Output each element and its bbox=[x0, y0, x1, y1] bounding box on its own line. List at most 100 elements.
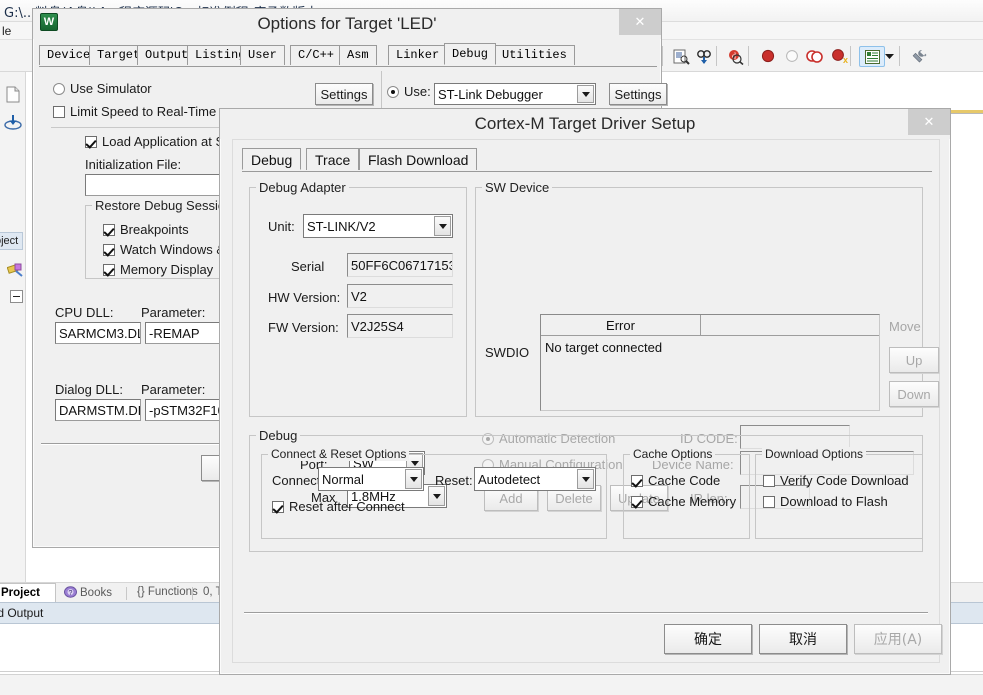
reset-select-value: Autodetect bbox=[478, 471, 541, 487]
column-header-blank bbox=[701, 315, 879, 335]
disable-all-breakpoints-icon[interactable] bbox=[804, 46, 826, 67]
build-target-icon[interactable] bbox=[3, 112, 23, 132]
cpu-parameter-label: Parameter: bbox=[141, 305, 206, 320]
debug-adapter-group-label: Debug Adapter bbox=[256, 180, 349, 195]
toolbar-separator bbox=[850, 46, 851, 66]
restore-memory-display-label: Memory Display bbox=[120, 262, 214, 277]
radio-mark bbox=[53, 82, 65, 95]
tab-user[interactable]: User bbox=[240, 45, 285, 65]
reset-after-connect-checkbox[interactable]: Reset after Connect bbox=[272, 499, 405, 514]
driver-dialog-title: Cortex-M Target Driver Setup bbox=[474, 114, 696, 133]
unit-select[interactable]: ST-LINK/V2 bbox=[303, 214, 453, 238]
download-to-flash-label: Download to Flash bbox=[780, 494, 888, 509]
document-search-icon[interactable] bbox=[670, 46, 692, 67]
tab-cpp[interactable]: C/C++ bbox=[290, 45, 343, 65]
move-up-button[interactable]: Up bbox=[889, 347, 939, 373]
debugger-select[interactable]: ST-Link Debugger bbox=[434, 83, 596, 105]
fw-version-value: V2J25S4 bbox=[347, 314, 453, 338]
insert-breakpoint-icon[interactable] bbox=[757, 46, 779, 67]
download-to-flash-checkbox[interactable]: Download to Flash bbox=[763, 494, 888, 509]
verify-code-download-label: Verify Code Download bbox=[780, 473, 909, 488]
tab-books-label: Books bbox=[80, 587, 112, 599]
tree-collapse-icon[interactable] bbox=[6, 286, 26, 306]
tab-debug[interactable]: Debug bbox=[444, 43, 497, 65]
driver-dialog-title-bar: Cortex-M Target Driver Setup ✕ bbox=[220, 109, 950, 139]
tab-project[interactable]: Project bbox=[0, 583, 56, 603]
sw-device-group-label: SW Device bbox=[482, 180, 553, 195]
restore-memory-display-checkbox[interactable]: Memory Display bbox=[103, 262, 213, 277]
move-down-button[interactable]: Down bbox=[889, 381, 939, 407]
options-footer-divider bbox=[41, 443, 241, 445]
debug-group-label: Debug bbox=[256, 428, 301, 443]
tab-flash-download[interactable]: Flash Download bbox=[359, 148, 478, 170]
initialization-file-label: Initialization File: bbox=[85, 157, 182, 172]
configure-icon[interactable] bbox=[908, 46, 930, 67]
connect-select[interactable]: Normal bbox=[318, 467, 424, 491]
chevron-down-icon[interactable] bbox=[882, 46, 896, 67]
ok-button[interactable]: 确定 bbox=[664, 624, 752, 654]
cpu-dll-input[interactable]: SARMCM3.DLL bbox=[55, 322, 141, 344]
connect-label: Connect: bbox=[272, 473, 325, 488]
project-dock-label[interactable]: oject bbox=[0, 232, 24, 250]
tab-linker[interactable]: Linker bbox=[388, 45, 448, 65]
table-row[interactable]: No target connected bbox=[545, 340, 662, 355]
new-file-icon[interactable] bbox=[3, 84, 23, 104]
debugger-settings-button[interactable]: Settings bbox=[609, 83, 667, 105]
dialog-parameter-label: Parameter: bbox=[141, 382, 206, 397]
radio-mark bbox=[387, 85, 399, 98]
checkbox-mark bbox=[53, 105, 65, 118]
tab-debug[interactable]: Debug bbox=[242, 148, 302, 170]
toolbar-separator bbox=[716, 46, 717, 66]
svg-text:x: x bbox=[843, 55, 848, 64]
apply-button[interactable]: 应用(A) bbox=[854, 624, 942, 654]
find-in-files-icon[interactable] bbox=[693, 46, 715, 67]
checkbox-mark bbox=[631, 474, 643, 487]
reset-select[interactable]: Autodetect bbox=[474, 467, 596, 491]
restore-breakpoints-label: Breakpoints bbox=[120, 222, 189, 237]
options-dialog-title: Options for Target 'LED' bbox=[257, 14, 437, 33]
options-dialog-close-button[interactable]: ✕ bbox=[619, 9, 661, 35]
tab-trace[interactable]: Trace bbox=[306, 148, 360, 170]
restore-breakpoints-checkbox[interactable]: Breakpoints bbox=[103, 222, 189, 237]
chevron-down-icon[interactable] bbox=[577, 85, 594, 103]
dialog-dll-input[interactable]: DARMSTM.DLL bbox=[55, 399, 141, 421]
driver-footer-divider bbox=[244, 612, 928, 614]
sw-device-list-header: Error bbox=[541, 315, 879, 336]
menu-item-file[interactable]: le bbox=[2, 24, 11, 38]
unit-select-value: ST-LINK/V2 bbox=[307, 218, 376, 234]
cache-memory-checkbox[interactable]: Cache Memory bbox=[631, 494, 736, 509]
driver-tab-strip: Debug Trace Flash Download bbox=[242, 148, 932, 172]
chevron-down-icon[interactable] bbox=[577, 469, 594, 489]
checkbox-mark bbox=[103, 223, 115, 236]
connect-select-value: Normal bbox=[322, 471, 364, 487]
fw-version-label: FW Version: bbox=[268, 320, 339, 335]
sw-device-list[interactable]: Error No target connected bbox=[540, 314, 880, 411]
tab-asm[interactable]: Asm bbox=[339, 45, 377, 65]
checkbox-mark bbox=[763, 474, 775, 487]
cache-code-checkbox[interactable]: Cache Code bbox=[631, 473, 720, 488]
checkbox-mark bbox=[763, 495, 775, 508]
tab-divider bbox=[192, 587, 193, 600]
project-target-icon bbox=[6, 260, 26, 280]
chevron-down-icon[interactable] bbox=[405, 469, 422, 489]
limit-speed-checkbox[interactable]: Limit Speed to Real-Time bbox=[53, 104, 216, 119]
tab-strip-underline bbox=[39, 66, 657, 67]
cancel-button[interactable]: 取消 bbox=[759, 624, 847, 654]
chevron-down-icon[interactable] bbox=[434, 216, 451, 236]
use-simulator-radio[interactable]: Use Simulator bbox=[53, 81, 152, 96]
hw-version-value: V2 bbox=[347, 284, 453, 308]
use-debugger-radio[interactable]: Use: bbox=[387, 84, 431, 99]
tab-utilities[interactable]: Utilities bbox=[494, 45, 575, 65]
serial-label: Serial bbox=[291, 259, 325, 274]
debug-start-icon[interactable]: d bbox=[724, 46, 746, 67]
tab-books[interactable]: ? Books bbox=[58, 583, 118, 603]
verify-code-download-checkbox[interactable]: Verify Code Download bbox=[763, 473, 909, 488]
cache-code-label: Cache Code bbox=[648, 473, 721, 488]
use-simulator-label: Use Simulator bbox=[70, 81, 152, 96]
cache-options-label: Cache Options bbox=[630, 447, 716, 461]
disable-breakpoint-icon[interactable] bbox=[781, 46, 803, 67]
cpu-dll-label: CPU DLL: bbox=[55, 305, 114, 320]
simulator-settings-button[interactable]: Settings bbox=[315, 83, 373, 105]
kill-all-breakpoints-icon[interactable]: x bbox=[828, 46, 850, 67]
driver-dialog-close-button[interactable]: ✕ bbox=[908, 109, 950, 135]
